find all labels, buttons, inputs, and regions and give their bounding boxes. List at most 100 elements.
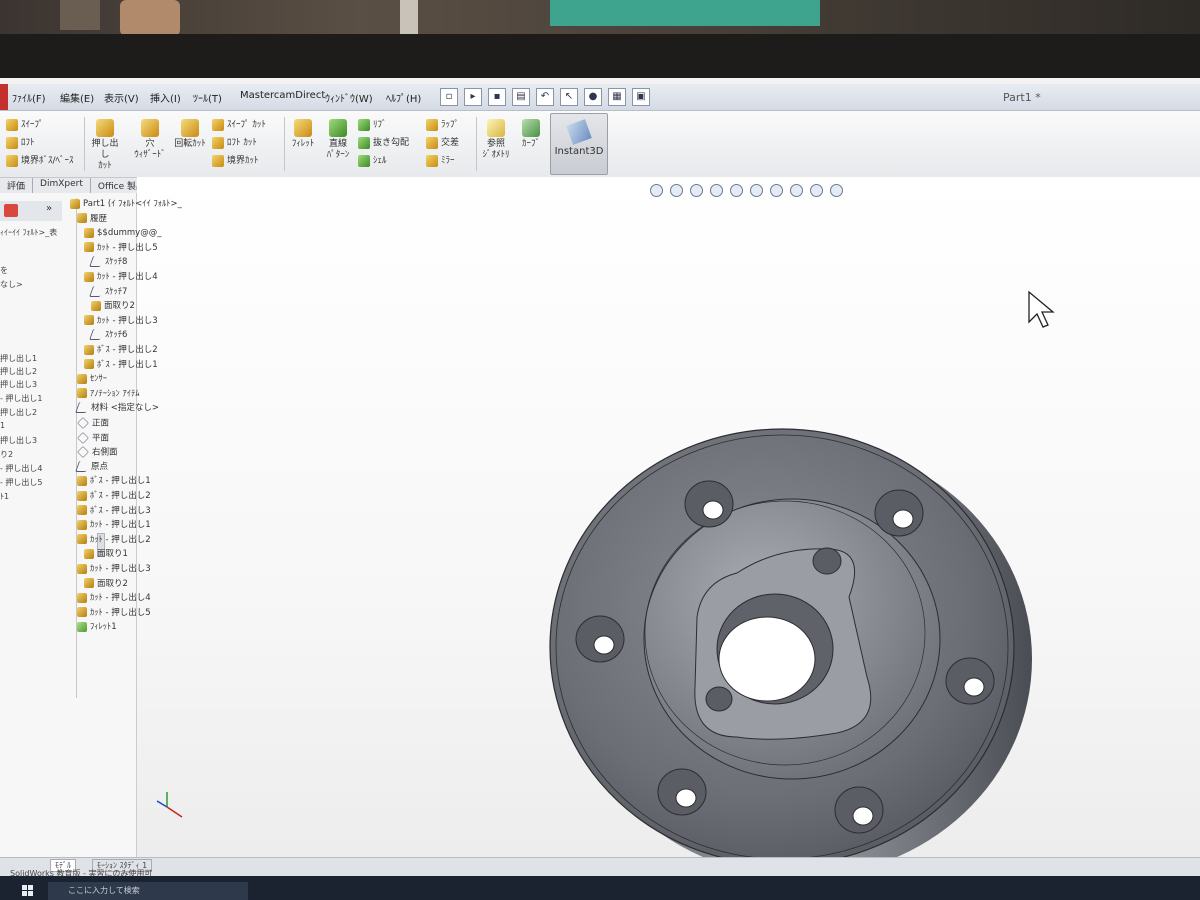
tree-item[interactable]: ｶｯﾄ - 押し出し4 xyxy=(77,592,151,605)
plane-icon xyxy=(77,446,89,459)
tree-item[interactable]: ｽｹｯﾁ7 xyxy=(88,285,127,299)
shell-button[interactable]: ｼｪﾙ xyxy=(358,153,387,167)
loft-cut-button[interactable]: ﾛﾌﾄ ｶｯﾄ xyxy=(212,135,257,149)
menu-tools[interactable]: ﾂｰﾙ(T) xyxy=(193,90,222,105)
tree-item[interactable]: 正面 xyxy=(77,417,109,430)
tree-item[interactable]: $$dummy@@_ xyxy=(84,227,161,240)
sketch-icon xyxy=(88,329,105,341)
print-icon[interactable]: ▤ xyxy=(512,88,530,106)
rib-button[interactable]: ﾘﾌﾞ xyxy=(358,117,387,131)
revolve-cut-button[interactable]: 回転ｶｯﾄ xyxy=(172,119,208,150)
tree-item[interactable]: ｶｯﾄ - 押し出し5 xyxy=(84,242,158,255)
display-style-icon[interactable] xyxy=(750,184,763,197)
appearance-icon[interactable] xyxy=(4,204,18,217)
hole-wizard-button[interactable]: 穴 ｳｨｻﾞｰﾄﾞ xyxy=(130,119,170,161)
file-properties-icon[interactable]: ▦ xyxy=(608,88,626,106)
tree-item[interactable]: ｶｯﾄ - 押し出し2 xyxy=(77,534,151,547)
apply-scene-icon[interactable] xyxy=(810,184,823,197)
options-icon[interactable]: ▣ xyxy=(632,88,650,106)
select-icon[interactable]: ↖ xyxy=(560,88,578,106)
tree-item[interactable]: ﾎﾞｽ - 押し出し2 xyxy=(77,490,151,503)
boundary-boss-label: 境界ﾎﾞｽ/ﾍﾞｰｽ xyxy=(21,156,74,166)
tree-item[interactable]: 原点 xyxy=(74,460,108,474)
tree-item[interactable]: ｶｯﾄ - 押し出し1 xyxy=(77,519,151,532)
edit-appearance-icon[interactable] xyxy=(790,184,803,197)
section-view-icon[interactable] xyxy=(710,184,723,197)
tree-item[interactable]: 平面 xyxy=(77,431,109,445)
tree-item[interactable]: 材料 <指定なし> xyxy=(74,402,159,415)
tree-item[interactable]: ｶｯﾄ - 押し出し3 xyxy=(77,563,151,576)
tree-item[interactable]: 右側面 xyxy=(77,446,118,459)
tree-item-label: ｾﾝｻｰ xyxy=(90,374,108,385)
revolve-cut-icon xyxy=(181,119,199,137)
curves-button[interactable]: ｶｰﾌﾞ xyxy=(516,119,546,150)
taskbar-search-box[interactable]: ここに入力して検索 xyxy=(48,882,248,900)
fillet-button[interactable]: ﾌｨﾚｯﾄ xyxy=(290,119,316,150)
expand-chevron-icon[interactable]: » xyxy=(46,203,52,214)
hide-show-items-icon[interactable] xyxy=(770,184,783,197)
tree-item[interactable]: 面取り2 xyxy=(91,300,135,313)
panel-line: 押し出し1 xyxy=(0,354,38,363)
menu-edit[interactable]: 編集(E) xyxy=(60,90,94,105)
graphics-area[interactable] xyxy=(137,177,1200,877)
draft-button[interactable]: 抜き勾配 xyxy=(358,135,409,149)
tab-dimxpert[interactable]: DimXpert xyxy=(33,178,91,193)
feat-icon xyxy=(77,592,87,603)
tree-item[interactable]: ｽｹｯﾁ6 xyxy=(88,329,127,342)
folder-icon xyxy=(77,213,87,224)
wrap-button[interactable]: ﾗｯﾌﾟ xyxy=(426,117,459,131)
sketch-icon xyxy=(74,460,91,472)
tree-item[interactable]: ｶｯﾄ - 押し出し3 xyxy=(84,315,158,328)
boundary-boss-button[interactable]: 境界ﾎﾞｽ/ﾍﾞｰｽ xyxy=(6,153,74,167)
mirror-button[interactable]: ﾐﾗｰ xyxy=(426,153,455,167)
menu-help[interactable]: ﾍﾙﾌﾟ(H) xyxy=(386,90,421,105)
open-folder-icon[interactable]: ▸ xyxy=(464,88,482,106)
extrude-cut-button[interactable]: 押し出し ｶｯﾄ xyxy=(90,119,120,172)
intersect-button[interactable]: 交差 xyxy=(426,135,459,149)
tree-item[interactable]: ﾎﾞｽ - 押し出し3 xyxy=(77,505,151,518)
tree-item[interactable]: ｱﾉﾃｰｼｮﾝ ｱｲﾃﾑ xyxy=(77,388,139,401)
tree-item[interactable]: 面取り1 xyxy=(84,548,128,561)
linear-pattern-label: 直線 ﾊﾟﾀｰﾝ xyxy=(326,139,350,160)
previous-view-icon[interactable] xyxy=(690,184,703,197)
panel-line: なし> xyxy=(0,280,23,289)
loft-button[interactable]: ﾛﾌﾄ xyxy=(6,135,35,149)
extrude-cut-icon xyxy=(96,119,114,137)
menu-view[interactable]: 表示(V) xyxy=(104,90,139,105)
tree-item[interactable]: 履歴 xyxy=(77,213,107,226)
menu-mastercam[interactable]: MastercamDirect xyxy=(240,90,325,101)
tree-item[interactable]: ｶｯﾄ - 押し出し4 xyxy=(84,271,158,284)
panel-line: ｨｲｰｲｲ ﾌｫﾙﾄ>_表 xyxy=(0,228,58,237)
tree-item[interactable]: ｾﾝｻｰ xyxy=(77,373,107,386)
zoom-to-fit-icon[interactable] xyxy=(650,184,663,197)
tree-item[interactable]: ﾎﾞｽ - 押し出し2 xyxy=(84,344,158,357)
new-document-icon[interactable]: ▫ xyxy=(440,88,458,106)
menu-insert[interactable]: 挿入(I) xyxy=(150,90,181,105)
zoom-to-area-icon[interactable] xyxy=(670,184,683,197)
panel-line: を xyxy=(0,266,8,275)
tree-item[interactable]: Part1 (ｲ ﾌｫﾙﾄ<ｲｲ ﾌｫﾙﾄ>_ xyxy=(70,198,182,211)
tree-item[interactable]: ﾌｨﾚｯﾄ1 xyxy=(77,621,117,634)
tree-item[interactable]: ｽｹｯﾁ8 xyxy=(88,256,127,269)
sweep-cut-button[interactable]: ｽｲｰﾌﾟ ｶｯﾄ xyxy=(212,117,266,131)
linear-pattern-button[interactable]: 直線 ﾊﾟﾀｰﾝ xyxy=(322,119,354,161)
menu-file[interactable]: ﾌｧｲﾙ(F) xyxy=(12,90,46,105)
windows-start-icon[interactable] xyxy=(22,885,34,897)
save-icon[interactable]: ▪ xyxy=(488,88,506,106)
green-icon xyxy=(77,621,87,632)
feat-icon xyxy=(84,344,94,355)
view-settings-icon[interactable] xyxy=(830,184,843,197)
reference-geometry-button[interactable]: 参照 ｼﾞｵﾒﾄﾘ xyxy=(480,119,512,161)
sweep-button[interactable]: ｽｲｰﾌﾟ xyxy=(6,117,44,131)
tree-item[interactable]: ｶｯﾄ - 押し出し5 xyxy=(77,607,151,620)
boundary-cut-button[interactable]: 境界ｶｯﾄ xyxy=(212,153,259,167)
undo-icon[interactable]: ↶ xyxy=(536,88,554,106)
view-orientation-icon[interactable] xyxy=(730,184,743,197)
instant3d-button[interactable]: Instant3D xyxy=(550,113,608,175)
rebuild-icon[interactable]: ● xyxy=(584,88,602,106)
tree-item[interactable]: 面取り2 xyxy=(84,578,128,591)
menu-window[interactable]: ｳｨﾝﾄﾞｳ(W) xyxy=(325,90,373,105)
tree-item[interactable]: ﾎﾞｽ - 押し出し1 xyxy=(84,359,158,372)
tab-evaluate[interactable]: 評価 xyxy=(0,178,34,193)
tree-item[interactable]: ﾎﾞｽ - 押し出し1 xyxy=(77,475,151,488)
